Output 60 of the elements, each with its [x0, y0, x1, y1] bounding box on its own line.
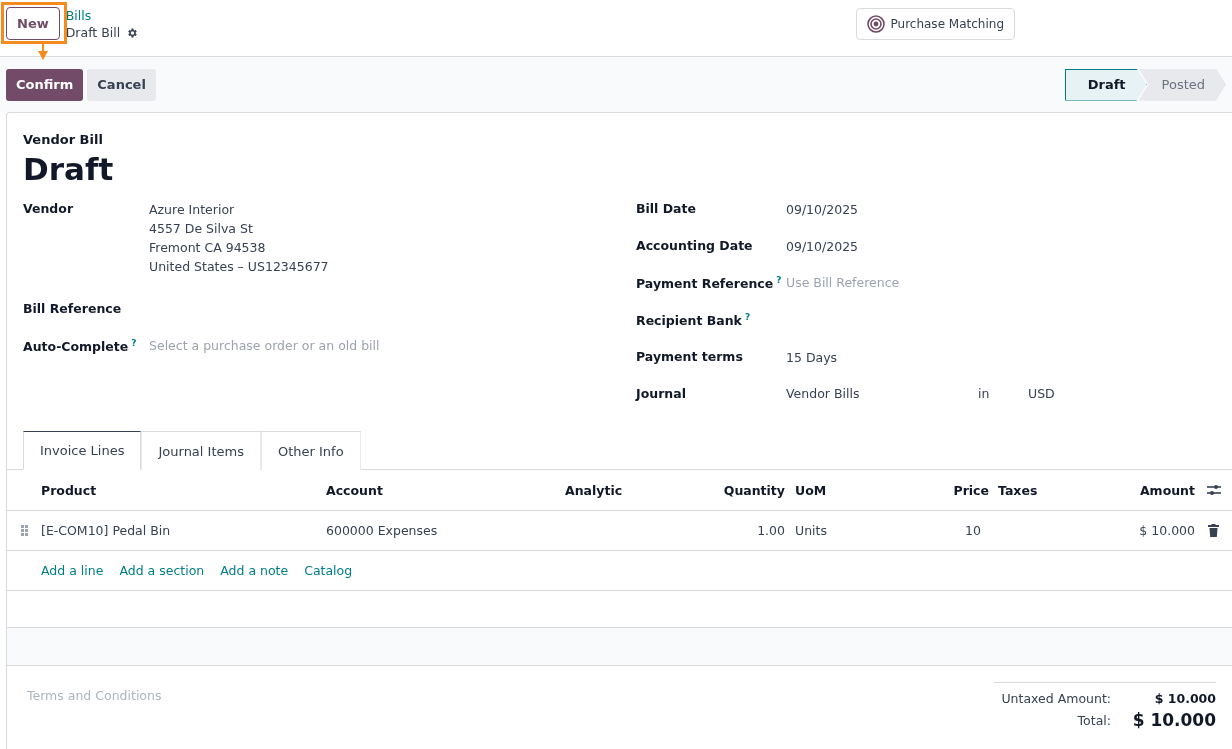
drag-handle-icon[interactable]: [20, 525, 28, 536]
table-cell-text: Units: [795, 523, 828, 538]
breadcrumb-link[interactable]: Bills: [65, 7, 139, 24]
column-header[interactable]: Product: [41, 482, 326, 498]
field-label: Payment terms: [636, 349, 744, 366]
tab[interactable]: Invoice Lines: [23, 431, 142, 470]
secondary-button[interactable]: Cancel: [87, 68, 156, 101]
tab[interactable]: Other Info: [260, 431, 361, 470]
field-label: Auto-Complete $^{?}$: [23, 338, 138, 357]
column-header[interactable]: Taxes: [998, 482, 1100, 498]
table-cell-text: [E-COM10] Pedal Bin: [41, 523, 172, 538]
new-button[interactable]: New: [6, 7, 60, 40]
total-label: Untaxed Amount:: [1000, 691, 1112, 706]
joiner-text: in: [978, 386, 991, 401]
document-title: Draft: [23, 151, 115, 187]
settings-icon[interactable]: [126, 26, 139, 39]
add-link[interactable]: Add a section: [119, 563, 205, 578]
column-header[interactable]: UoM: [795, 482, 935, 498]
vendor-name[interactable]: Azure Interior: [149, 199, 636, 220]
purchase-matching-button[interactable]: Purchase Matching: [855, 8, 1015, 40]
column-header[interactable]: Account: [326, 482, 565, 498]
field-value[interactable]: 09/10/2025: [786, 236, 1232, 275]
add-link[interactable]: Catalog: [304, 563, 353, 578]
field-value[interactable]: 09/10/2025: [786, 199, 1232, 238]
column-header[interactable]: Price: [935, 482, 989, 498]
field-value[interactable]: Vendor Bills: [786, 386, 978, 401]
field-value[interactable]: 15 Days: [786, 347, 1232, 386]
add-link[interactable]: Add a line: [41, 563, 104, 578]
record-name: Draft Bill: [65, 24, 121, 41]
target-icon: [866, 15, 885, 33]
field-label: Journal: [636, 386, 687, 403]
total-value: $ 10.000: [1131, 710, 1216, 730]
total-value: $ 10.000: [1153, 691, 1216, 706]
add-link[interactable]: Add a note: [220, 563, 289, 578]
field-label: Vendor: [23, 201, 75, 218]
column-header[interactable]: Amount: [1100, 482, 1195, 498]
status-stage[interactable]: Posted: [1138, 68, 1226, 101]
total-label: Total:: [1076, 712, 1112, 728]
status-stage[interactable]: Draft: [1064, 68, 1147, 101]
column-header[interactable]: Analytic: [565, 482, 685, 498]
table-cell-text: $ 10.000: [1138, 523, 1195, 538]
field-label: Recipient Bank $^{?}$: [636, 312, 752, 331]
column-header[interactable]: Quantity: [685, 482, 785, 498]
table-cell-text: 600000 Expenses: [326, 523, 439, 538]
field-label: Accounting Date: [636, 238, 754, 255]
sliders-icon[interactable]: [1206, 484, 1221, 496]
document-type: Vendor Bill: [23, 132, 104, 147]
address-line: 4557 De Silva St: [149, 220, 254, 238]
pointer-arrow: [37, 44, 49, 61]
primary-button[interactable]: Confirm: [6, 68, 84, 101]
field-label: Payment Reference $^{?}$: [636, 275, 783, 294]
table-cell-text: 1.00: [756, 523, 785, 538]
tab[interactable]: Journal Items: [141, 431, 261, 470]
field-label: Bill Reference: [23, 301, 123, 318]
field-label: Bill Date: [636, 201, 697, 218]
currency-value[interactable]: USD: [1028, 386, 1055, 401]
table-cell-text: 10: [964, 523, 982, 538]
trash-icon[interactable]: [1208, 524, 1219, 537]
address-line: Fremont CA 94538: [149, 239, 267, 257]
address-line: United States – US12345677: [149, 258, 330, 276]
